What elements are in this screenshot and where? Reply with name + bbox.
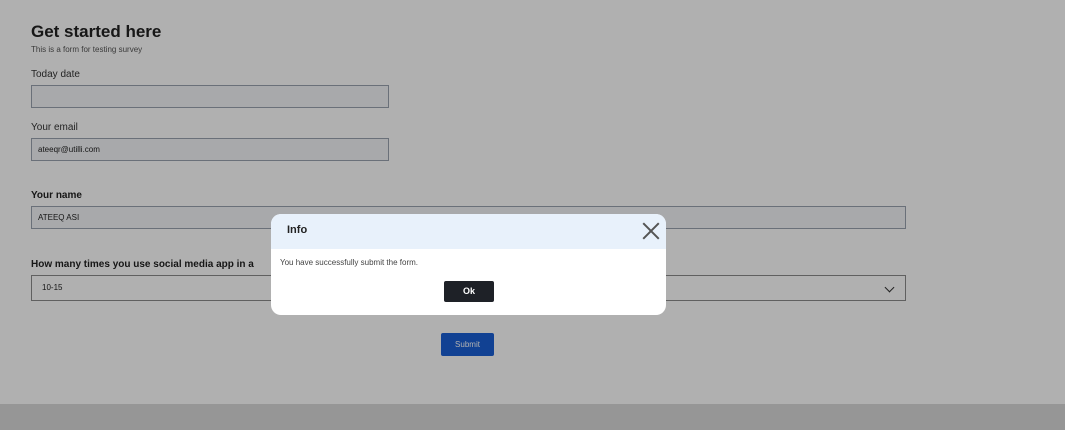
- modal-header: Info: [271, 214, 666, 249]
- close-icon[interactable]: [642, 222, 660, 240]
- info-modal: Info You have successfully submit the fo…: [271, 214, 666, 315]
- modal-message: You have successfully submit the form.: [280, 258, 418, 267]
- modal-title: Info: [287, 224, 308, 236]
- ok-button[interactable]: Ok: [444, 281, 494, 302]
